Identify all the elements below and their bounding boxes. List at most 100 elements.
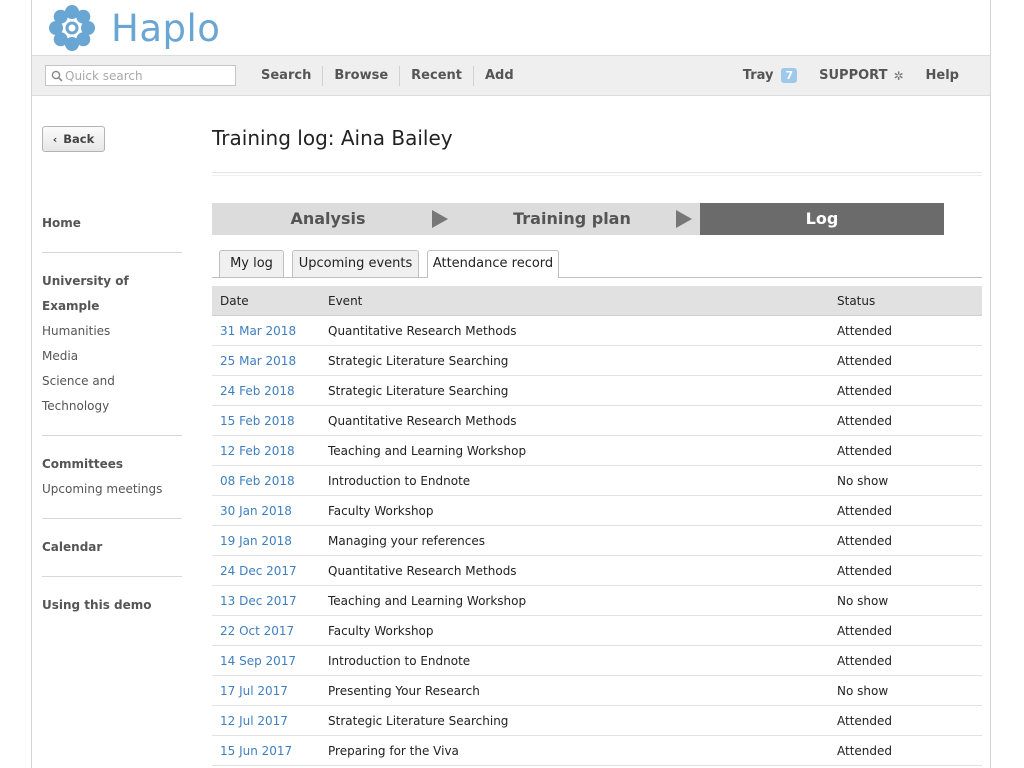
date-link[interactable]: 19 Jan 2018 <box>212 525 320 556</box>
table-row: 15 Jun 2017 Preparing for the Viva Attende… <box>212 735 982 766</box>
status-cell: Attended <box>829 525 982 556</box>
support-label: SUPPORT <box>819 67 888 83</box>
status-cell: Attended <box>829 405 982 436</box>
date-link[interactable]: 13 Dec 2017 <box>212 585 320 616</box>
quick-search[interactable] <box>45 65 236 86</box>
tab-my-log[interactable]: My log <box>219 250 284 277</box>
status-cell: No show <box>829 585 982 616</box>
page-title: Training log: Aina Bailey <box>212 126 453 150</box>
status-cell: Attended <box>829 495 982 526</box>
title-divider-secondary <box>212 175 982 176</box>
date-link[interactable]: 17 Jul 2017 <box>212 675 320 706</box>
date-link[interactable]: 15 Feb 2018 <box>212 405 320 436</box>
sidebar-section-demo: Using this demo <box>42 593 182 634</box>
attendance-table: Date Event Status 31 Mar 2018 Quantitativ… <box>212 286 982 766</box>
table-row: 15 Feb 2018 Quantitative Research Methods… <box>212 405 982 436</box>
nav-recent[interactable]: Recent <box>400 65 474 86</box>
table-row: 14 Sep 2017 Introduction to Endnote Attend… <box>212 645 982 676</box>
search-icon <box>51 70 63 82</box>
sidebar-item-humanities[interactable]: Humanities <box>42 319 182 344</box>
table-row: 19 Jan 2018 Managing your references Atten… <box>212 525 982 556</box>
table-row: 12 Jul 2017 Strategic Literature Searchin… <box>212 705 982 736</box>
date-link[interactable]: 08 Feb 2018 <box>212 465 320 496</box>
event-cell: Presenting Your Research <box>320 675 829 706</box>
title-divider <box>212 172 982 173</box>
status-cell: Attended <box>829 705 982 736</box>
main-nav: Search Browse Recent Add <box>250 56 525 95</box>
event-cell: Strategic Literature Searching <box>320 705 829 736</box>
quick-search-input[interactable] <box>63 68 225 83</box>
date-link[interactable]: 31 Mar 2018 <box>212 315 320 346</box>
date-link[interactable]: 14 Sep 2017 <box>212 645 320 676</box>
event-cell: Teaching and Learning Workshop <box>320 585 829 616</box>
sidebar-item-upcoming-meetings[interactable]: Upcoming meetings <box>42 477 182 502</box>
sidebar: ‹ Back Home University of Example Humani… <box>42 126 182 650</box>
status-cell: Attended <box>829 345 982 376</box>
date-link[interactable]: 30 Jan 2018 <box>212 495 320 526</box>
utility-nav: Tray 7 SUPPORT ✲ Help <box>732 56 970 95</box>
nav-add[interactable]: Add <box>474 66 525 86</box>
event-cell: Quantitative Research Methods <box>320 405 829 436</box>
step-analysis[interactable]: Analysis <box>212 203 444 235</box>
step-training-plan[interactable]: Training plan <box>456 203 688 235</box>
step-log[interactable]: Log <box>700 203 944 235</box>
table-header-row: Date Event Status <box>212 286 982 316</box>
date-link[interactable]: 12 Feb 2018 <box>212 435 320 466</box>
tab-attendance-record[interactable]: Attendance record <box>427 250 559 278</box>
date-link[interactable]: 25 Mar 2018 <box>212 345 320 376</box>
status-cell: Attended <box>829 555 982 586</box>
tab-upcoming-events[interactable]: Upcoming events <box>292 250 419 277</box>
sidebar-section-university: University of Example Humanities Media S… <box>42 269 182 436</box>
table-row: 08 Feb 2018 Introduction to Endnote No sho… <box>212 465 982 496</box>
back-label: Back <box>63 132 95 146</box>
logo[interactable]: Haplo <box>47 4 220 52</box>
sidebar-section-home: Home <box>42 211 182 253</box>
event-cell: Teaching and Learning Workshop <box>320 435 829 466</box>
date-link[interactable]: 24 Dec 2017 <box>212 555 320 586</box>
workflow-steps: Analysis Training plan Log <box>212 203 944 235</box>
table-row: 31 Mar 2018 Quantitative Research Methods… <box>212 315 982 346</box>
sidebar-item-calendar[interactable]: Calendar <box>42 535 182 560</box>
tray-label: Tray <box>742 67 774 83</box>
table-row: 30 Jan 2018 Faculty Workshop Attended <box>212 495 982 526</box>
column-header-date[interactable]: Date <box>212 286 320 316</box>
haplo-flower-icon <box>49 5 95 51</box>
sidebar-item-home[interactable]: Home <box>42 211 182 236</box>
status-cell: Attended <box>829 315 982 346</box>
column-header-status[interactable]: Status <box>829 286 982 316</box>
nav-browse[interactable]: Browse <box>323 65 401 86</box>
date-link[interactable]: 15 Jun 2017 <box>212 735 320 766</box>
event-cell: Faculty Workshop <box>320 495 829 526</box>
event-cell: Introduction to Endnote <box>320 465 829 496</box>
step-arrow-1 <box>432 203 456 235</box>
nav-search[interactable]: Search <box>250 65 324 86</box>
sidebar-item-media[interactable]: Media <box>42 344 182 369</box>
top-navigation-bar: Search Browse Recent Add Tray 7 SUPPORT … <box>32 55 990 96</box>
status-cell: No show <box>829 465 982 496</box>
date-link[interactable]: 12 Jul 2017 <box>212 705 320 736</box>
nav-help[interactable]: Help <box>915 66 970 86</box>
event-cell: Strategic Literature Searching <box>320 375 829 406</box>
nav-tray[interactable]: Tray 7 <box>732 66 808 86</box>
logo-text: Haplo <box>111 6 221 50</box>
date-link[interactable]: 24 Feb 2018 <box>212 375 320 406</box>
event-cell: Strategic Literature Searching <box>320 345 829 376</box>
table-row: 24 Feb 2018 Strategic Literature Searchin… <box>212 375 982 406</box>
table-row: 17 Jul 2017 Presenting Your Research No sh… <box>212 675 982 706</box>
table-row: 24 Dec 2017 Quantitative Research Methods… <box>212 555 982 586</box>
sidebar-item-university[interactable]: University of Example <box>42 269 182 319</box>
table-row: 13 Dec 2017 Teaching and Learning Worksho… <box>212 585 982 616</box>
gear-icon: ✲ <box>893 68 904 83</box>
step-arrow-2 <box>676 203 700 235</box>
back-button[interactable]: ‹ Back <box>42 126 105 152</box>
table-row: 12 Feb 2018 Teaching and Learning Worksho… <box>212 435 982 466</box>
nav-support[interactable]: SUPPORT ✲ <box>808 66 914 86</box>
status-cell: No show <box>829 675 982 706</box>
column-header-event[interactable]: Event <box>320 286 829 316</box>
event-cell: Quantitative Research Methods <box>320 555 829 586</box>
sidebar-item-using-demo[interactable]: Using this demo <box>42 593 182 618</box>
sidebar-item-committees[interactable]: Committees <box>42 452 182 477</box>
sidebar-item-science-technology[interactable]: Science and Technology <box>42 369 182 419</box>
status-cell: Attended <box>829 645 982 676</box>
date-link[interactable]: 22 Oct 2017 <box>212 615 320 646</box>
